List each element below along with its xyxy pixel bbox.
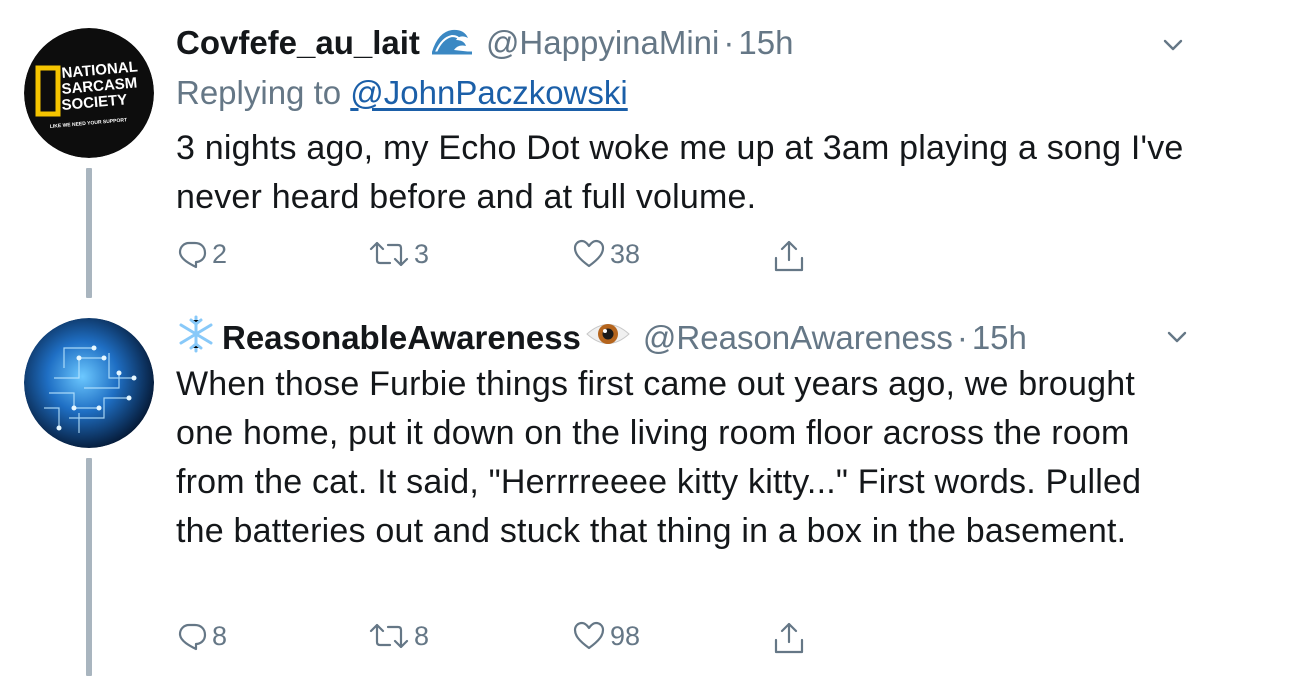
tweet-meta: @HappyinaMini · 15h <box>486 24 794 62</box>
snowflake-emoji-icon <box>176 314 216 362</box>
retweet-button[interactable]: 8 <box>368 620 429 652</box>
retweet-icon <box>369 623 409 649</box>
handle[interactable]: @ReasonAwareness <box>643 319 953 356</box>
tweet-header: ReasonableAwareness @ReasonAwareness · 15h <box>176 314 1196 362</box>
reply-icon <box>178 241 207 269</box>
chevron-down-icon[interactable] <box>1166 326 1188 348</box>
tweet-text: When those Furbie things first came out … <box>176 365 1142 550</box>
like-count: 98 <box>610 620 641 651</box>
replying-to: Replying to @JohnPaczkowski <box>176 74 628 112</box>
avatar[interactable] <box>24 318 154 448</box>
retweet-count: 8 <box>414 620 430 651</box>
replying-to-link[interactable]: @JohnPaczkowski <box>350 74 627 111</box>
wave-emoji-icon <box>430 22 474 64</box>
replying-prefix: Replying to <box>176 74 342 111</box>
tweet: ReasonableAwareness @ReasonAwareness · 15h… <box>0 300 1296 676</box>
timestamp[interactable]: 15h <box>738 24 793 61</box>
share-icon <box>774 240 804 272</box>
thread-line <box>86 168 92 298</box>
eye-emoji-icon <box>585 319 631 357</box>
retweet-icon <box>369 241 409 267</box>
national-sarcasm-society-logo: NATIONAL SARCASM SOCIETY LIKE WE NEED YO… <box>24 28 154 158</box>
retweet-button[interactable]: 3 <box>368 238 429 270</box>
timestamp[interactable]: 15h <box>972 319 1027 356</box>
reply-count: 8 <box>212 620 228 651</box>
like-count: 38 <box>610 238 641 269</box>
tweet-actions: 8 8 98 <box>176 620 816 660</box>
tweet: NATIONAL SARCASM SOCIETY LIKE WE NEED YO… <box>0 0 1296 300</box>
share-icon <box>774 622 804 654</box>
thread-line <box>86 458 92 676</box>
handle[interactable]: @HappyinaMini <box>486 24 719 61</box>
separator: · <box>723 24 735 61</box>
heart-icon <box>573 239 605 268</box>
tweet-text: 3 nights ago, my Echo Dot woke me up at … <box>176 129 1184 216</box>
tweet-header: Covfefe_au_lait @HappyinaMini · 15h <box>176 22 1196 64</box>
tweet-actions: 2 3 38 <box>176 238 816 278</box>
circuit-brain-image <box>24 318 154 448</box>
share-button[interactable] <box>772 238 806 274</box>
separator: · <box>956 319 968 356</box>
share-button[interactable] <box>772 620 806 656</box>
heart-icon <box>573 621 605 650</box>
reply-count: 2 <box>212 238 228 269</box>
like-button[interactable]: 38 <box>572 238 640 270</box>
reply-icon <box>178 623 207 651</box>
display-name[interactable]: Covfefe_au_lait <box>176 24 420 62</box>
like-button[interactable]: 98 <box>572 620 640 652</box>
tweet-meta: @ReasonAwareness · 15h <box>643 319 1027 357</box>
reply-button[interactable]: 2 <box>176 238 227 270</box>
avatar[interactable]: NATIONAL SARCASM SOCIETY LIKE WE NEED YO… <box>24 28 154 158</box>
chevron-down-icon[interactable] <box>1162 34 1184 56</box>
retweet-count: 3 <box>414 238 430 269</box>
display-name[interactable]: ReasonableAwareness <box>222 319 581 357</box>
reply-button[interactable]: 8 <box>176 620 227 652</box>
